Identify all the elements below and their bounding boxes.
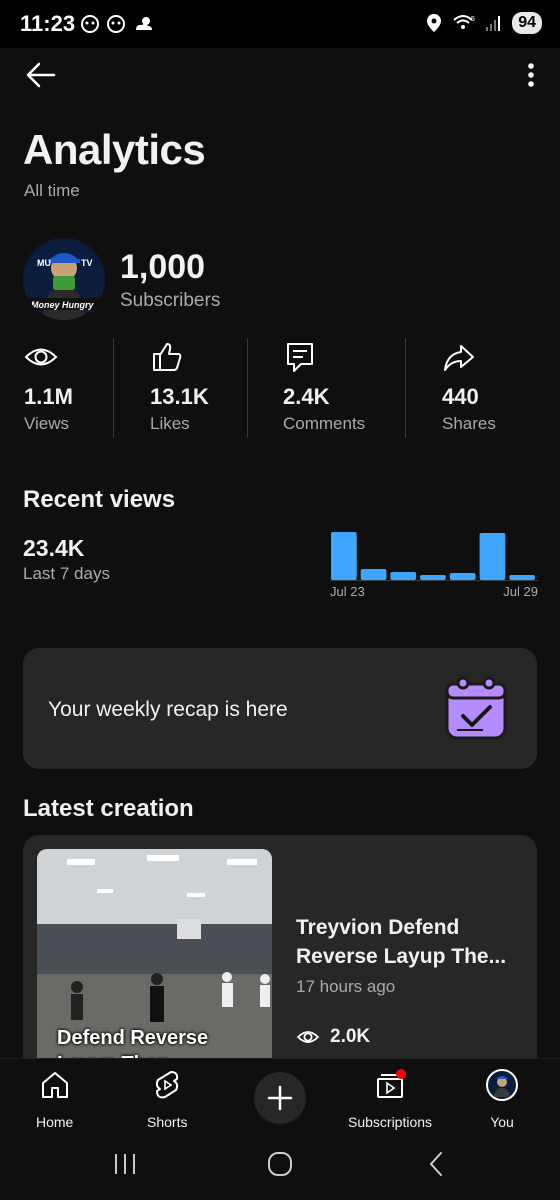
latest-creation-title: Latest creation	[23, 795, 194, 822]
system-back-icon[interactable]	[426, 1150, 446, 1178]
nav-home[interactable]: Home	[36, 1069, 73, 1130]
weather-icon	[136, 17, 152, 30]
app-notification-icon	[81, 15, 99, 33]
chart-bar	[479, 533, 506, 580]
share-icon	[444, 345, 474, 371]
stat-label: Shares	[442, 414, 496, 433]
chart-bar	[390, 572, 417, 580]
stat-value: 2.4K	[283, 384, 330, 409]
create-button[interactable]	[254, 1072, 306, 1124]
stat-value: 13.1K	[150, 384, 209, 409]
svg-text:Money Hungry: Money Hungry	[31, 300, 94, 310]
date-range-label: All time	[24, 181, 80, 200]
nav-label: Subscriptions	[348, 1114, 433, 1130]
battery-indicator: 94	[512, 12, 542, 34]
avatar-image: MU TV Money Hungry	[23, 238, 105, 320]
more-options-icon[interactable]	[524, 58, 538, 92]
notification-icons	[80, 14, 156, 34]
stats-row: 1.1M Views 13.1K Likes 2.4K Comments 440…	[0, 336, 560, 440]
stat-divider	[247, 338, 248, 438]
stat-label: Views	[24, 414, 70, 433]
nav-label: Shorts	[147, 1114, 188, 1130]
nav-shorts[interactable]: Shorts	[147, 1069, 187, 1130]
stat-divider	[405, 338, 406, 438]
chart-start-label: Jul 23	[330, 584, 365, 599]
recent-views-value: 23.4K	[23, 535, 85, 561]
app-notification-icon	[107, 15, 125, 33]
status-time: 11:23	[20, 11, 76, 36]
chart-bar	[420, 575, 446, 580]
nav-label: You	[490, 1114, 514, 1130]
subscriptions-icon	[377, 1069, 407, 1098]
location-icon	[427, 14, 442, 32]
eye-icon	[296, 1031, 320, 1043]
recent-views-chart[interactable]: Jul 23 Jul 29	[330, 528, 538, 604]
nav-you[interactable]: You	[486, 1069, 518, 1130]
calendar-check-icon	[445, 676, 507, 740]
page-title: Analytics	[23, 126, 206, 173]
latest-video-card[interactable]: Defend Reverse Layup Then Treyvion Defen…	[23, 835, 537, 1075]
video-views-count: 2.0K	[330, 1026, 371, 1047]
stat-value: 1.1M	[24, 384, 73, 409]
subscriber-count: 1,000	[120, 248, 206, 286]
stat-divider	[113, 338, 114, 438]
svg-text:5: 5	[471, 16, 475, 23]
signal-icon	[486, 16, 501, 31]
nav-subscriptions[interactable]: Subscriptions	[348, 1069, 432, 1130]
wifi-icon: 5	[453, 15, 475, 29]
home-icon	[41, 1072, 68, 1098]
system-navigation-bar	[0, 1140, 560, 1200]
video-title[interactable]: Treyvion Defend Reverse Layup The...	[296, 913, 521, 971]
stat-label: Likes	[150, 414, 190, 433]
subscriber-label: Subscribers	[120, 290, 221, 311]
system-icons: 5 94	[426, 12, 542, 34]
recent-apps-icon[interactable]	[112, 1152, 138, 1176]
shorts-icon	[156, 1071, 179, 1099]
profile-avatar-icon	[486, 1069, 518, 1101]
thumbs-up-icon	[153, 343, 182, 371]
svg-text:TV: TV	[81, 258, 93, 268]
chart-bar	[449, 573, 476, 580]
stat-label: Comments	[283, 414, 366, 433]
nav-label: Home	[36, 1114, 74, 1130]
video-thumbnail[interactable]: Defend Reverse Layup Then	[37, 849, 272, 1075]
back-arrow-icon[interactable]	[24, 58, 58, 92]
recent-views-title: Recent views	[23, 486, 176, 513]
recap-text: Your weekly recap is here	[48, 698, 288, 721]
status-bar: 11:23 5 94	[0, 0, 560, 48]
chart-bar	[360, 569, 387, 580]
comment-icon	[287, 343, 313, 372]
eye-icon	[24, 348, 58, 366]
plus-icon	[267, 1085, 293, 1111]
channel-avatar[interactable]: MU TV Money Hungry	[23, 238, 105, 320]
home-circle-icon[interactable]	[266, 1150, 294, 1178]
chart-end-label: Jul 29	[503, 584, 538, 599]
chart-bar	[509, 575, 535, 580]
svg-text:MU: MU	[37, 258, 51, 268]
video-views: 2.0K	[296, 1025, 370, 1049]
bottom-navigation: Home Shorts Subscriptions You	[0, 1058, 560, 1140]
weekly-recap-card[interactable]: Your weekly recap is here	[23, 648, 537, 769]
chart-bar	[331, 532, 357, 580]
video-time-ago: 17 hours ago	[296, 977, 396, 996]
stat-value: 440	[442, 384, 479, 409]
recent-views-period: Last 7 days	[23, 564, 110, 583]
